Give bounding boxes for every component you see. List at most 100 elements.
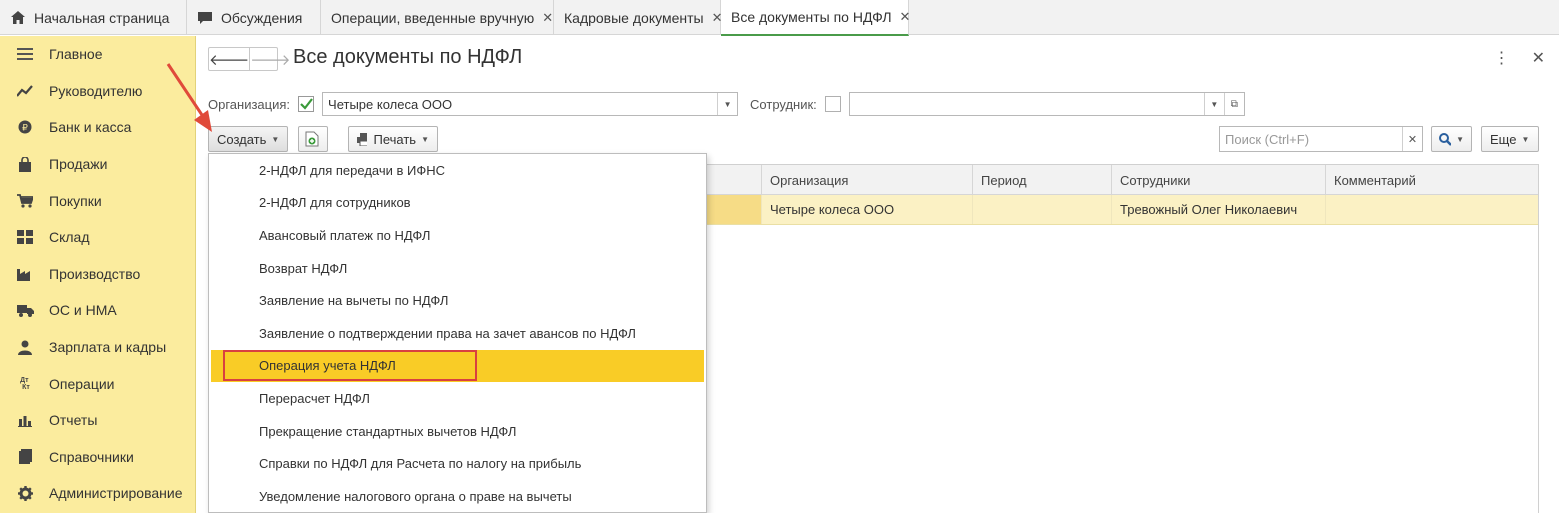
tab-all-ndfl-documents[interactable]: Все документы по НДФЛ ✕	[721, 0, 911, 36]
forward-arrow-icon[interactable]: 🡒	[249, 48, 290, 70]
sidebar-item-label: Банк и касса	[49, 119, 132, 136]
sidebar-item-label: Отчеты	[49, 412, 98, 429]
dt-kt-icon: Дт Кт	[20, 376, 30, 391]
menu-item[interactable]: Заявление о подтверждении права на зачет…	[209, 317, 706, 350]
sidebar-item-label: Склад	[49, 229, 90, 246]
sidebar-item-label: Продажи	[49, 156, 108, 173]
tab-label: Обсуждения	[221, 9, 303, 26]
sidebar-item-label: Руководителю	[49, 82, 143, 99]
sidebar-item-purchases[interactable]: Покупки	[0, 182, 195, 219]
employee-field[interactable]: ▼ ⧉	[848, 92, 1245, 116]
chat-icon	[197, 10, 213, 26]
more-vertical-icon[interactable]: ⋮	[1494, 48, 1510, 68]
sidebar-item-label: Производство	[49, 265, 141, 282]
sidebar-item-label: Операции	[49, 375, 115, 392]
menu-item[interactable]: Перерасчет НДФЛ	[209, 382, 706, 415]
window-controls: ⋮ ✕	[1494, 48, 1545, 68]
create-button-label: Создать	[217, 131, 267, 147]
menu-item[interactable]: Авансовый платеж по НДФЛ	[209, 219, 706, 252]
tab-bar: Начальная страница Обсуждения Операции, …	[0, 0, 1559, 36]
page-title: Все документы по НДФЛ	[293, 46, 523, 68]
chevron-down-icon: ▼	[421, 134, 429, 144]
sidebar-item-operations[interactable]: Дт Кт Операции	[0, 365, 195, 402]
dropdown-icon[interactable]: ▼	[1203, 93, 1224, 115]
tab-hr-documents[interactable]: Кадровые документы ✕	[554, 0, 722, 35]
organization-label: Организация:	[208, 96, 291, 112]
sidebar-item-label: Зарплата и кадры	[49, 339, 167, 356]
cart-icon	[16, 193, 34, 209]
tab-label: Кадровые документы	[564, 9, 704, 26]
sidebar-item-label: Главное	[49, 46, 103, 63]
gear-icon	[16, 485, 34, 501]
search-icon	[1439, 132, 1452, 146]
employee-checkbox[interactable]	[824, 96, 841, 112]
menu-item[interactable]: Справки по НДФЛ для Расчета по налогу на…	[209, 447, 706, 480]
close-icon[interactable]: ✕	[900, 9, 911, 25]
chevron-down-icon: ▼	[1456, 134, 1464, 144]
table-cell-comment	[1326, 195, 1538, 224]
menu-item[interactable]: 2-НДФЛ для сотрудников	[209, 187, 706, 220]
sidebar-item-warehouse[interactable]: Склад	[0, 219, 195, 256]
grid-icon	[16, 229, 34, 245]
print-button[interactable]: Печать ▼	[348, 126, 438, 152]
menu-item[interactable]: Возврат НДФЛ	[209, 252, 706, 285]
create-by-copy-button[interactable]	[298, 126, 328, 152]
employee-label: Сотрудник:	[750, 96, 817, 112]
tab-home[interactable]: Начальная страница	[0, 0, 187, 35]
menu-item[interactable]: Прекращение стандартных вычетов НДФЛ	[209, 415, 706, 448]
menu-item[interactable]: 2-НДФЛ для передачи в ИФНС	[209, 154, 706, 187]
filter-row: Организация: Четыре колеса ООО ▼ Сотрудн…	[208, 92, 1245, 116]
toolbar: Создать ▼ Печать ▼ Поиск (Ctrl+F) ✕ ▼ Ещ…	[208, 126, 1548, 152]
menu-item[interactable]: Уведомление налогового органа о праве на…	[209, 480, 706, 513]
more-button-label: Еще	[1490, 131, 1517, 147]
sidebar-item-references[interactable]: Справочники	[0, 439, 195, 476]
clear-icon[interactable]: ✕	[1402, 127, 1422, 151]
close-icon[interactable]: ✕	[542, 10, 553, 26]
sidebar-item-administration[interactable]: Администрирование	[0, 475, 195, 512]
search-options-button[interactable]: ▼	[1431, 126, 1472, 152]
truck-icon	[16, 302, 34, 318]
create-button[interactable]: Создать ▼	[208, 126, 288, 152]
sidebar-item-reports[interactable]: Отчеты	[0, 402, 195, 439]
home-icon	[10, 10, 26, 26]
person-icon	[16, 339, 34, 355]
menu-item-highlighted[interactable]: Операция учета НДФЛ	[211, 349, 704, 383]
tab-label: Начальная страница	[34, 9, 170, 26]
bag-icon	[16, 156, 34, 172]
svg-text:₽: ₽	[22, 123, 28, 133]
annotation-arrow	[166, 63, 212, 132]
table-cell-period	[973, 195, 1112, 224]
sidebar-item-label: Покупки	[49, 192, 102, 209]
sidebar-item-label: ОС и НМА	[49, 302, 117, 319]
open-icon[interactable]: ⧉	[1223, 93, 1244, 115]
tab-label: Операции, введенные вручную	[331, 9, 535, 26]
checkmark-icon	[300, 98, 313, 110]
menu-lines-icon	[16, 46, 34, 62]
tab-manual-operations[interactable]: Операции, введенные вручную ✕	[321, 0, 554, 35]
menu-item[interactable]: Заявление на вычеты по НДФЛ	[209, 284, 706, 317]
create-menu: 2-НДФЛ для передачи в ИФНС 2-НДФЛ для со…	[208, 153, 707, 513]
organization-checkbox[interactable]	[298, 96, 315, 112]
close-icon[interactable]: ✕	[1532, 48, 1545, 68]
factory-icon	[16, 266, 34, 282]
print-button-label: Печать	[373, 131, 417, 147]
table-cell-employees: Тревожный Олег Николаевич	[1112, 195, 1326, 224]
book-icon	[16, 449, 34, 465]
column-header-employees[interactable]: Сотрудники	[1112, 165, 1326, 195]
new-document-icon	[305, 131, 319, 147]
column-header-comment[interactable]: Комментарий	[1326, 165, 1538, 195]
column-header-organization[interactable]: Организация	[762, 165, 973, 195]
tab-discussions[interactable]: Обсуждения	[187, 0, 321, 35]
sidebar-item-sales[interactable]: Продажи	[0, 146, 195, 183]
sidebar-item-production[interactable]: Производство	[0, 256, 195, 293]
organization-value: Четыре колеса ООО	[328, 96, 453, 112]
search-input[interactable]: Поиск (Ctrl+F) ✕	[1219, 126, 1423, 152]
more-button[interactable]: Еще ▼	[1481, 126, 1539, 152]
sidebar-item-fixed-assets[interactable]: ОС и НМА	[0, 292, 195, 329]
dropdown-icon[interactable]: ▼	[717, 93, 737, 115]
sidebar-item-salary-hr[interactable]: Зарплата и кадры	[0, 329, 195, 366]
column-header-period[interactable]: Период	[973, 165, 1112, 195]
annotation-highlight-box	[223, 349, 477, 381]
organization-field[interactable]: Четыре колеса ООО ▼	[322, 92, 739, 116]
table-cell-organization: Четыре колеса ООО	[762, 195, 973, 224]
